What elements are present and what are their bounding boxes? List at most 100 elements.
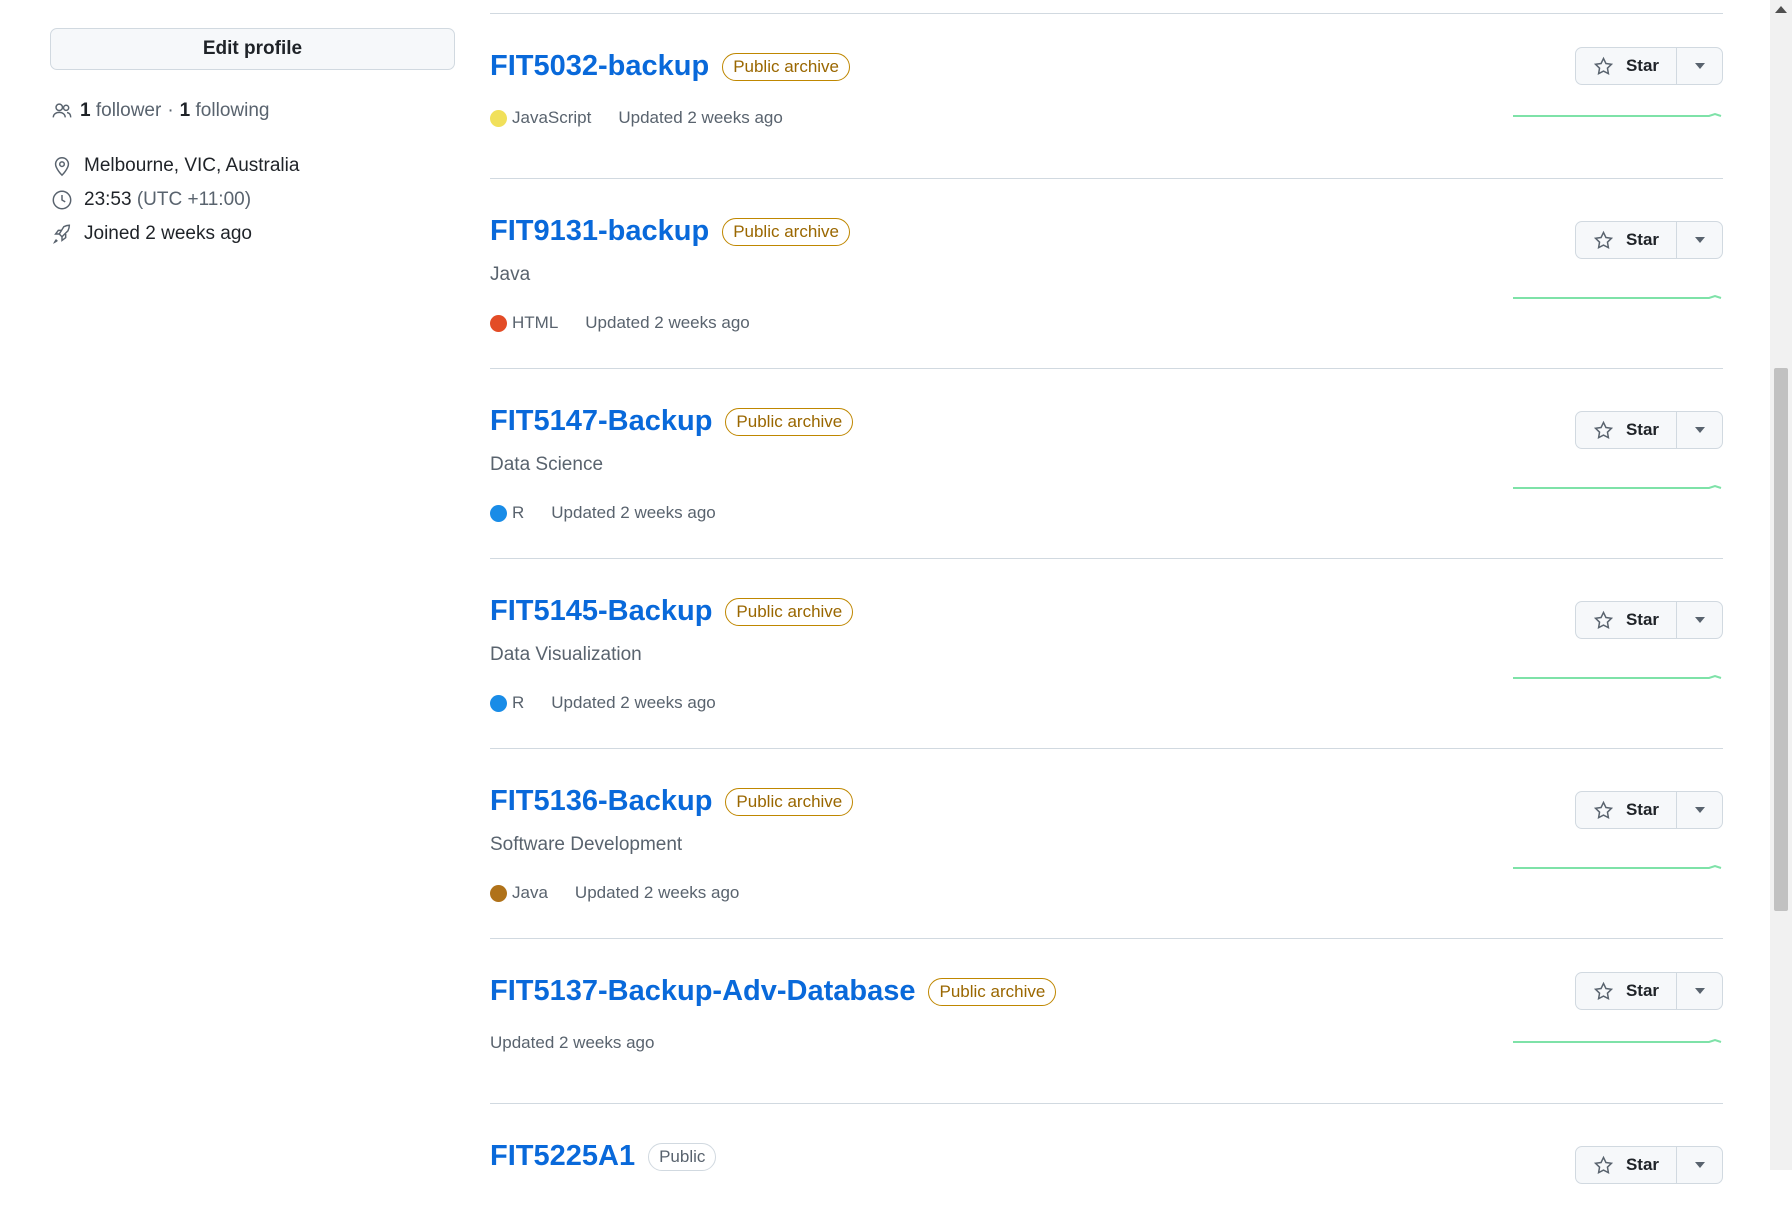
- visibility-badge: Public archive: [725, 597, 854, 626]
- location-row: Melbourne, VIC, Australia: [50, 154, 299, 178]
- local-time-row: 23:53 (UTC +11:00): [50, 188, 251, 212]
- star-button-group: Star: [1575, 47, 1723, 85]
- clock-icon: [50, 188, 74, 212]
- joined-row: Joined 2 weeks ago: [50, 222, 252, 246]
- star-button-group: Star: [1575, 411, 1723, 449]
- repo-description: Data Visualization: [490, 644, 642, 665]
- repo-item: FIT5136-Backup Public archive Software D…: [490, 749, 1723, 939]
- star-list-dropdown[interactable]: [1677, 973, 1722, 1009]
- activity-sparkline: [1513, 484, 1722, 489]
- star-button-group: Star: [1575, 1146, 1723, 1184]
- repo-name-link[interactable]: FIT9131-backup: [490, 215, 709, 248]
- updated-text: Updated 2 weeks ago: [551, 693, 716, 712]
- activity-sparkline: [1513, 674, 1722, 679]
- star-button[interactable]: Star: [1576, 1147, 1677, 1183]
- language-color-dot: [490, 504, 507, 522]
- star-icon: [1593, 56, 1614, 75]
- chevron-down-icon: [1694, 63, 1705, 69]
- star-icon: [1593, 230, 1614, 249]
- repo-item: FIT9131-backup Public archive Java HTML …: [490, 179, 1723, 369]
- chevron-down-icon: [1694, 617, 1705, 623]
- language-label: R: [512, 503, 525, 522]
- star-list-dropdown[interactable]: [1677, 602, 1722, 638]
- star-list-dropdown[interactable]: [1677, 222, 1722, 258]
- updated-text: Updated 2 weeks ago: [551, 503, 716, 522]
- repo-name-link[interactable]: FIT5136-Backup: [490, 785, 712, 818]
- star-list-dropdown[interactable]: [1677, 1147, 1722, 1183]
- updated-text: Updated 2 weeks ago: [618, 108, 783, 127]
- language-color-dot: [490, 694, 507, 712]
- star-icon: [1593, 1155, 1614, 1174]
- language-label: HTML: [512, 313, 559, 332]
- visibility-badge: Public: [648, 1142, 717, 1171]
- star-button[interactable]: Star: [1576, 412, 1677, 448]
- star-button-group: Star: [1575, 791, 1723, 829]
- timezone-text: (UTC +11:00): [136, 189, 252, 210]
- repo-name-link[interactable]: FIT5145-Backup: [490, 595, 712, 628]
- following-link[interactable]: 1 following: [180, 100, 270, 122]
- scrollbar-thumb[interactable]: [1774, 368, 1788, 911]
- separator-dot: ·: [167, 100, 174, 121]
- chevron-down-icon: [1694, 1162, 1705, 1168]
- location-pin-icon: [50, 154, 74, 178]
- updated-text: Updated 2 weeks ago: [585, 313, 750, 332]
- star-button-group: Star: [1575, 601, 1723, 639]
- activity-sparkline: [1513, 294, 1722, 299]
- star-button-group: Star: [1575, 221, 1723, 259]
- chevron-down-icon: [1694, 988, 1705, 994]
- star-icon: [1593, 981, 1614, 1000]
- star-icon: [1593, 420, 1614, 439]
- language-color-dot: [490, 314, 507, 332]
- follow-stats: 1 follower · 1 following: [50, 99, 269, 123]
- visibility-badge: Public archive: [722, 217, 851, 246]
- visibility-badge: Public archive: [725, 407, 854, 436]
- star-button[interactable]: Star: [1576, 792, 1677, 828]
- language-label: R: [512, 693, 525, 712]
- language-label: JavaScript: [512, 108, 592, 127]
- star-button[interactable]: Star: [1576, 222, 1677, 258]
- repo-description: Software Development: [490, 834, 683, 855]
- star-button[interactable]: Star: [1576, 973, 1677, 1009]
- activity-sparkline: [1513, 1038, 1722, 1043]
- language-color-dot: [490, 884, 507, 902]
- updated-text: Updated 2 weeks ago: [490, 1033, 655, 1052]
- star-button[interactable]: Star: [1576, 48, 1677, 84]
- chevron-down-icon: [1694, 807, 1705, 813]
- chevron-down-icon: [1694, 427, 1705, 433]
- repo-name-link[interactable]: FIT5032-backup: [490, 50, 709, 83]
- repo-name-link[interactable]: FIT5137-Backup-Adv-Database: [490, 975, 915, 1008]
- activity-sparkline: [1513, 112, 1722, 117]
- repo-name-link[interactable]: FIT5147-Backup: [490, 405, 712, 438]
- visibility-badge: Public archive: [928, 977, 1057, 1006]
- people-icon: [50, 99, 74, 123]
- followers-link[interactable]: 1 follower: [80, 100, 161, 122]
- repo-description: Data Science: [490, 454, 604, 475]
- location-text: Melbourne, VIC, Australia: [84, 155, 300, 176]
- visibility-badge: Public archive: [725, 787, 854, 816]
- language-label: Java: [512, 883, 548, 902]
- repo-name-link[interactable]: FIT5225A1: [490, 1140, 635, 1173]
- repo-item: FIT5225A1 Public Star: [490, 1104, 1723, 1224]
- star-icon: [1593, 610, 1614, 629]
- rocket-icon: [50, 222, 74, 246]
- repo-description: Java: [490, 264, 531, 285]
- language-color-dot: [490, 109, 507, 127]
- repo-item: FIT5145-Backup Public archive Data Visua…: [490, 559, 1723, 749]
- repo-item: FIT5147-Backup Public archive Data Scien…: [490, 369, 1723, 559]
- edit-profile-button[interactable]: Edit profile: [50, 28, 455, 70]
- star-button[interactable]: Star: [1576, 602, 1677, 638]
- chevron-down-icon: [1694, 237, 1705, 243]
- star-button-group: Star: [1575, 972, 1723, 1010]
- joined-text: Joined 2 weeks ago: [84, 223, 252, 244]
- repo-item: FIT5137-Backup-Adv-Database Public archi…: [490, 939, 1723, 1104]
- star-list-dropdown[interactable]: [1677, 792, 1722, 828]
- star-list-dropdown[interactable]: [1677, 48, 1722, 84]
- repo-item: FIT5032-backup Public archive JavaScript…: [490, 14, 1723, 179]
- scroll-up-arrow-icon[interactable]: [1775, 6, 1787, 13]
- visibility-badge: Public archive: [722, 52, 851, 81]
- local-time-text: 23:53: [84, 189, 132, 210]
- activity-sparkline: [1513, 864, 1722, 869]
- updated-text: Updated 2 weeks ago: [574, 883, 740, 902]
- star-list-dropdown[interactable]: [1677, 412, 1722, 448]
- star-icon: [1593, 800, 1614, 819]
